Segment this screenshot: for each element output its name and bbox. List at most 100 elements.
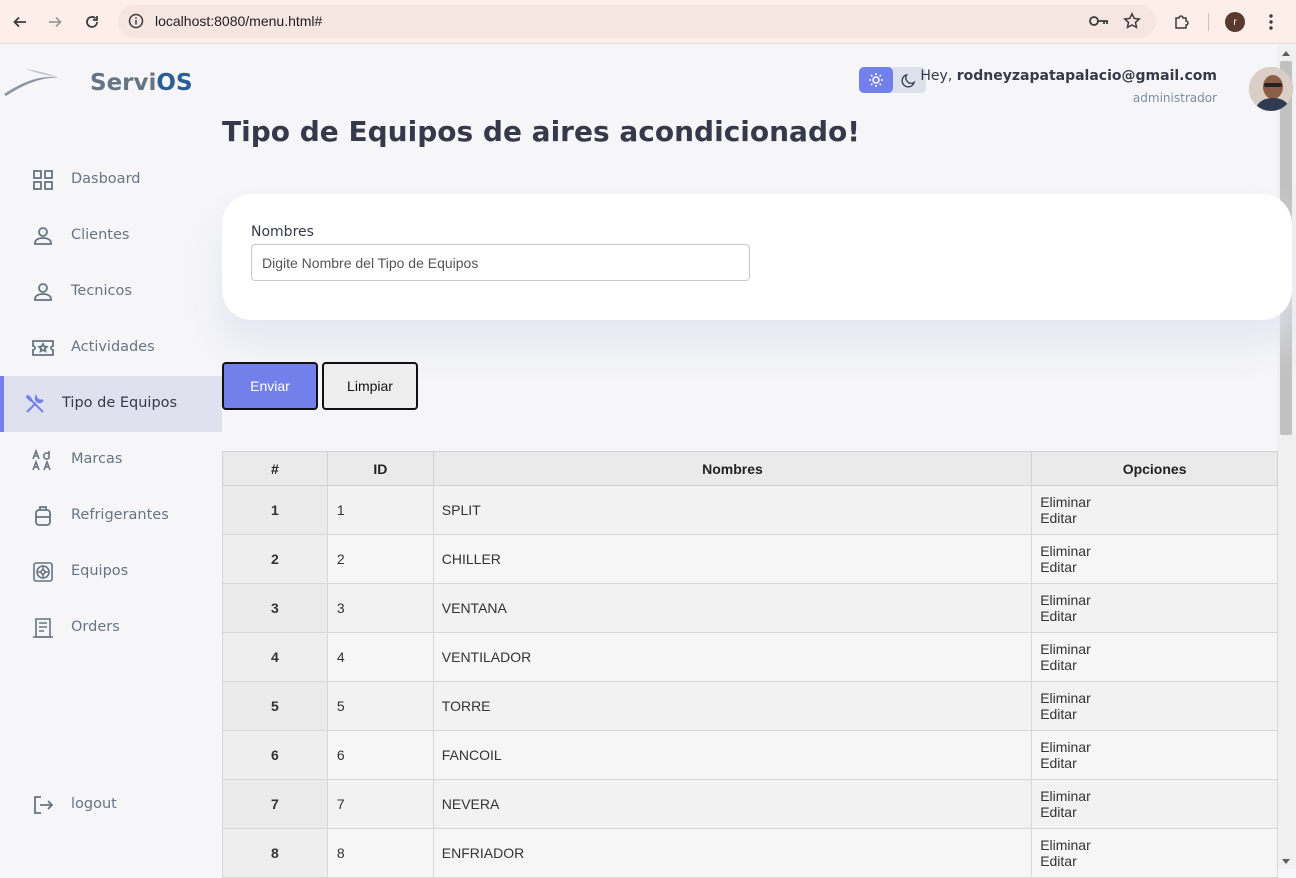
sidebar-item-label: Actividades <box>71 339 155 355</box>
row-name: NEVERA <box>432 779 1033 829</box>
row-number: 1 <box>222 485 328 535</box>
theme-toggle[interactable] <box>859 67 926 93</box>
light-mode-button[interactable] <box>859 67 893 93</box>
sidebar-item-label: Orders <box>71 619 120 635</box>
moon-icon <box>901 73 915 87</box>
password-key-button[interactable] <box>1086 8 1112 34</box>
sidebar-item-clientes[interactable]: Clientes <box>0 208 222 264</box>
row-id: 1 <box>326 485 434 535</box>
edit-link[interactable]: Editar <box>1040 657 1277 673</box>
row-number: 4 <box>222 632 328 682</box>
delete-link[interactable]: Eliminar <box>1040 837 1277 853</box>
greeting-text: Hey, <box>920 68 953 84</box>
row-number: 7 <box>222 779 328 829</box>
brand-name-suffix: OS <box>156 70 193 96</box>
avatar[interactable] <box>1249 67 1293 111</box>
edit-link[interactable]: Editar <box>1040 608 1277 624</box>
logout-label: logout <box>71 796 117 812</box>
sidebar-item-label: Marcas <box>71 451 123 467</box>
row-name: CHILLER <box>432 534 1033 584</box>
limpiar-button[interactable]: Limpiar <box>322 362 418 410</box>
sidebar-item-tipo-de-equipos[interactable]: Tipo de Equipos <box>0 376 222 432</box>
row-name: SPLIT <box>432 485 1033 535</box>
equipment-types-table: # ID Nombres Opciones 1 1 SPLIT Eliminar… <box>222 451 1278 878</box>
sidebar-item-label: Dasboard <box>71 171 141 187</box>
row-name: ENFRIADOR <box>432 828 1033 878</box>
sidebar-item-label: Equipos <box>71 563 129 579</box>
sidebar-item-label: Clientes <box>71 227 130 243</box>
delete-link[interactable]: Eliminar <box>1040 592 1277 608</box>
url-text: localhost:8080/menu.html# <box>155 13 323 29</box>
row-number: 8 <box>222 828 328 878</box>
person-icon <box>34 283 52 301</box>
back-button[interactable] <box>7 9 33 35</box>
toolbar-divider <box>1208 13 1209 31</box>
row-options: Eliminar Editar <box>1031 730 1278 780</box>
row-id: 2 <box>326 534 434 584</box>
edit-link[interactable]: Editar <box>1040 510 1277 526</box>
column-header-opciones: Opciones <box>1031 451 1278 486</box>
edit-link[interactable]: Editar <box>1040 706 1277 722</box>
row-id: 6 <box>326 730 434 780</box>
kebab-menu-icon <box>1269 14 1273 30</box>
table-row: 8 8 ENFRIADOR Eliminar Editar <box>222 828 1278 878</box>
profile-avatar: r <box>1225 12 1245 32</box>
edit-link[interactable]: Editar <box>1040 853 1277 869</box>
edit-link[interactable]: Editar <box>1040 559 1277 575</box>
delete-link[interactable]: Eliminar <box>1040 494 1277 510</box>
ticket-star-icon <box>32 340 54 356</box>
row-options: Eliminar Editar <box>1031 632 1278 682</box>
forward-button[interactable] <box>42 9 68 35</box>
extensions-button[interactable] <box>1169 9 1195 35</box>
sidebar-item-marcas[interactable]: Marcas <box>0 432 222 488</box>
edit-link[interactable]: Editar <box>1040 755 1277 771</box>
sidebar-item-equipos[interactable]: Equipos <box>0 544 222 600</box>
row-options: Eliminar Editar <box>1031 779 1278 829</box>
sidebar-item-orders[interactable]: Orders <box>0 600 222 656</box>
dark-mode-button[interactable] <box>897 70 919 90</box>
bookmark-button[interactable] <box>1119 8 1145 34</box>
delete-link[interactable]: Eliminar <box>1040 641 1277 657</box>
delete-link[interactable]: Eliminar <box>1040 739 1277 755</box>
reload-button[interactable] <box>79 9 105 35</box>
table-row: 5 5 TORRE Eliminar Editar <box>222 681 1278 731</box>
profile-button[interactable]: r <box>1222 9 1248 35</box>
greeting: Hey, rodneyzapatapalacio@gmail.com <box>920 68 1217 84</box>
brand-logo[interactable]: ServiOS <box>90 70 193 96</box>
sidebar-item-tecnicos[interactable]: Tecnicos <box>0 264 222 320</box>
column-header-nombres: Nombres <box>432 451 1033 486</box>
person-icon <box>34 227 52 245</box>
tools-icon <box>25 393 44 413</box>
tank-icon <box>35 506 51 526</box>
user-role: administrador <box>1132 91 1217 105</box>
row-options: Eliminar Editar <box>1031 828 1278 878</box>
scroll-up-arrow[interactable] <box>1282 51 1290 56</box>
sidebar-item-actividades[interactable]: Actividades <box>0 320 222 376</box>
row-id: 8 <box>326 828 434 878</box>
row-id: 3 <box>326 583 434 633</box>
browser-menu-button[interactable] <box>1258 9 1284 35</box>
row-number: 2 <box>222 534 328 584</box>
logout-button[interactable]: logout <box>0 777 222 833</box>
sidebar-item-refrigerantes[interactable]: Refrigerantes <box>0 488 222 544</box>
info-icon[interactable] <box>128 13 144 29</box>
delete-link[interactable]: Eliminar <box>1040 690 1277 706</box>
row-name: FANCOIL <box>432 730 1033 780</box>
receipt-icon <box>33 618 53 638</box>
delete-link[interactable]: Eliminar <box>1040 543 1277 559</box>
sun-icon <box>869 73 883 87</box>
edit-link[interactable]: Editar <box>1040 804 1277 820</box>
table-row: 7 7 NEVERA Eliminar Editar <box>222 779 1278 829</box>
logout-icon <box>34 796 54 814</box>
sidebar-item-label: Refrigerantes <box>71 507 169 523</box>
address-bar[interactable]: localhost:8080/menu.html# <box>118 5 1156 38</box>
delete-link[interactable]: Eliminar <box>1040 788 1277 804</box>
enviar-button[interactable]: Enviar <box>222 362 318 410</box>
page-scrollbar[interactable] <box>1277 45 1296 869</box>
sidebar-item-dashboard[interactable]: Dasboard <box>0 152 222 208</box>
reload-icon <box>86 16 98 28</box>
nombres-input[interactable] <box>251 244 750 281</box>
browser-toolbar: localhost:8080/menu.html# r <box>0 0 1296 44</box>
scroll-down-arrow[interactable] <box>1282 859 1290 864</box>
table-header-row: # ID Nombres Opciones <box>222 451 1278 486</box>
